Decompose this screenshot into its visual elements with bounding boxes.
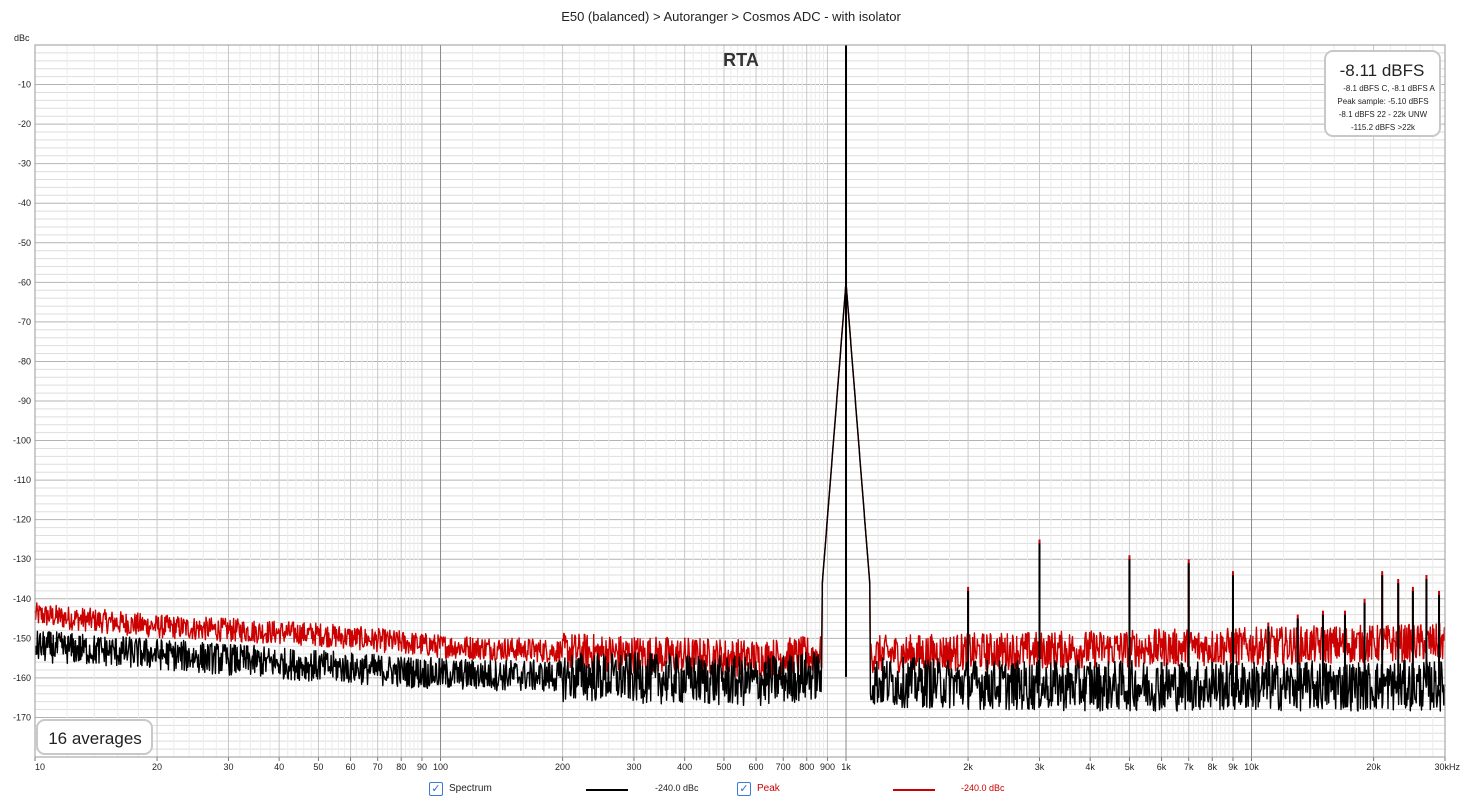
x-tick-label: 2k [963,762,973,772]
y-tick-label: -170 [13,712,31,722]
x-tick-label: 500 [716,762,731,772]
readout-line: -8.1 dBFS C, -8.1 dBFS A [1343,84,1435,93]
y-tick-label: -100 [13,436,31,446]
legend-label-spectrum: Spectrum [449,783,492,794]
x-tick-label: 300 [626,762,641,772]
y-tick-label: -20 [18,119,31,129]
level-readout: -8.11 dBFS -8.1 dBFS C, -8.1 dBFS A Peak… [1324,50,1441,137]
y-tick-label: -140 [13,594,31,604]
y-tick-label: -40 [18,198,31,208]
readout-main: -8.11 dBFS [1340,61,1425,80]
y-tick-label: -90 [18,396,31,406]
legend-value-spectrum: -240.0 dBc [655,783,699,793]
x-tick-label: 1k [841,762,851,772]
y-tick-label: -120 [13,515,31,525]
series-layer [34,45,1446,712]
readout-line: -115.2 dBFS >22k [1351,123,1416,132]
legend-label-peak: Peak [757,783,780,794]
y-axis-label: dBc [14,33,30,43]
x-tick-label: 20k [1366,762,1381,772]
x-tick-label: 3k [1035,762,1045,772]
rta-chart: E50 (balanced) > Autoranger > Cosmos ADC… [13,9,1461,772]
readout-line: -8.1 dBFS 22 - 22k UNW [1339,110,1428,119]
legend-value-peak: -240.0 dBc [961,783,1005,793]
x-axis-ticks: 10 20 30 40 50 60 70 80 90 100 200 300 400 500 600 700 8… [34,757,1460,772]
x-tick-label: 7k [1184,762,1194,772]
x-tick-label: 30 [223,762,233,772]
y-axis-ticks: -10 -20 -30 -40 -50 -60 -70 -80 -90 -100 -110 -120 -… [13,80,31,723]
x-tick-label: 60 [346,762,356,772]
x-tick-label: 9k [1228,762,1238,772]
x-tick-label: 900 [820,762,835,772]
y-tick-label: -70 [18,317,31,327]
x-tick-label: 50 [313,762,323,772]
x-tick-label: 80 [396,762,406,772]
y-tick-label: -160 [13,673,31,683]
x-tick-label: 90 [417,762,427,772]
x-tick-label: 8k [1207,762,1217,772]
x-tick-label: 10k [1244,762,1259,772]
x-tick-label: 4k [1085,762,1095,772]
y-tick-label: -50 [18,238,31,248]
x-tick-label: 100 [433,762,448,772]
series-spectrum [34,45,1446,712]
y-tick-label: -10 [18,80,31,90]
x-tick-label: 800 [799,762,814,772]
legend: ✓ Spectrum -240.0 dBc ✓ Peak -240.0 dBc [0,782,1463,798]
averages-label: 16 averages [48,729,142,748]
y-tick-label: -80 [18,356,31,366]
spectrum-checkbox[interactable]: ✓ [429,782,443,796]
x-tick-label: 40 [274,762,284,772]
y-tick-label: -150 [13,633,31,643]
y-tick-label: -30 [18,159,31,169]
readout-line: Peak sample: -5.10 dBFS [1337,97,1428,106]
peak-checkbox[interactable]: ✓ [737,782,751,796]
x-tick-label: 70 [373,762,383,772]
legend-line-peak [893,789,935,791]
y-tick-label: -60 [18,277,31,287]
x-tick-label: 600 [749,762,764,772]
legend-line-spectrum [586,789,628,791]
averages-badge: 16 averages [36,719,153,755]
x-tick-label: 10 [35,762,45,772]
x-tick-label: 20 [152,762,162,772]
rta-label: RTA [723,50,759,70]
chart-title: E50 (balanced) > Autoranger > Cosmos ADC… [561,9,901,24]
x-tick-label: 30kHz [1434,762,1460,772]
x-tick-label: 5k [1125,762,1135,772]
y-tick-label: -130 [13,554,31,564]
x-tick-label: 400 [677,762,692,772]
y-tick-label: -110 [14,475,31,485]
x-tick-label: 6k [1157,762,1167,772]
x-tick-label: 200 [555,762,570,772]
x-tick-label: 700 [776,762,791,772]
